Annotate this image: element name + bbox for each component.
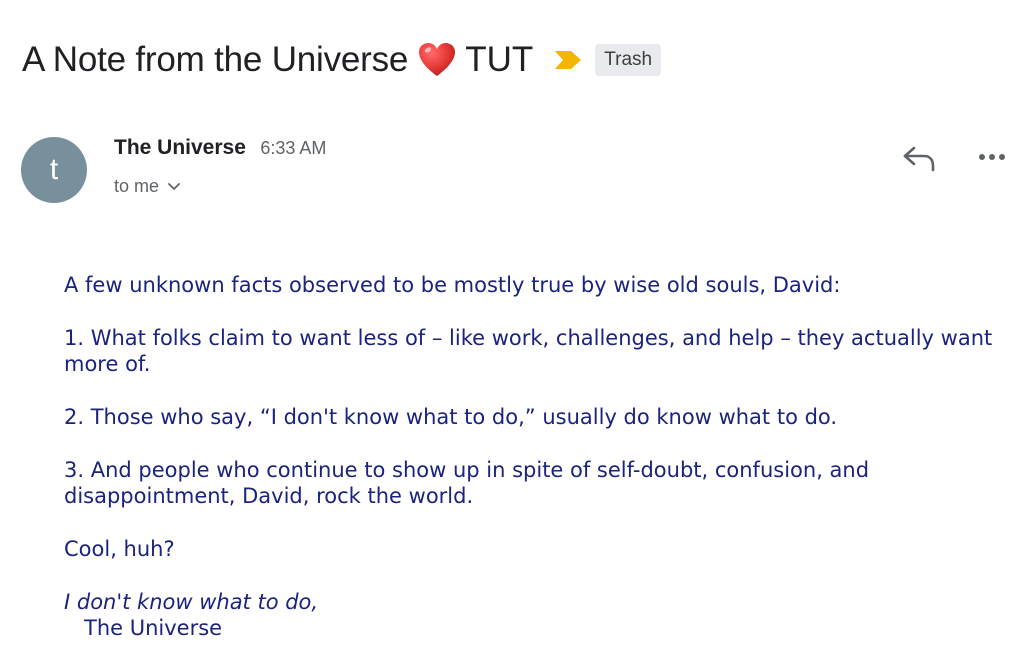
body-paragraph-1: 1. What folks claim to want less of – li… xyxy=(64,326,993,376)
sender-line: The Universe 6:33 AM xyxy=(114,136,326,160)
avatar-letter: t xyxy=(49,153,59,186)
sender-name[interactable]: The Universe xyxy=(114,136,246,159)
body-paragraph-intro: A few unknown facts observed to be mostl… xyxy=(64,273,841,297)
recipient-details-toggle[interactable]: to me xyxy=(114,176,181,197)
email-closing: I don't know what to do, xyxy=(64,590,319,614)
body-paragraph-remark: Cool, huh? xyxy=(64,537,175,561)
heart-icon xyxy=(419,43,456,76)
subject-header: A Note from the Universe TUT Trash xyxy=(22,36,662,84)
body-paragraph-2: 2. Those who say, “I don't know what to … xyxy=(64,405,838,429)
more-options-icon[interactable] xyxy=(977,148,1007,166)
send-time: 6:33 AM xyxy=(260,138,327,158)
email-subject-suffix: TUT xyxy=(465,40,534,79)
recipient-text: to me xyxy=(114,176,160,196)
reply-icon[interactable] xyxy=(902,144,936,172)
email-subject: A Note from the Universe xyxy=(22,40,409,79)
importance-marker-icon[interactable] xyxy=(553,49,583,71)
body-paragraph-3: 3. And people who continue to show up in… xyxy=(64,458,870,508)
email-body: A few unknown facts observed to be mostl… xyxy=(64,272,994,641)
avatar[interactable]: t xyxy=(21,137,87,203)
chevron-down-icon[interactable] xyxy=(167,182,181,192)
email-signature: The Universe xyxy=(84,616,223,640)
trash-label-chip[interactable]: Trash xyxy=(595,44,662,76)
